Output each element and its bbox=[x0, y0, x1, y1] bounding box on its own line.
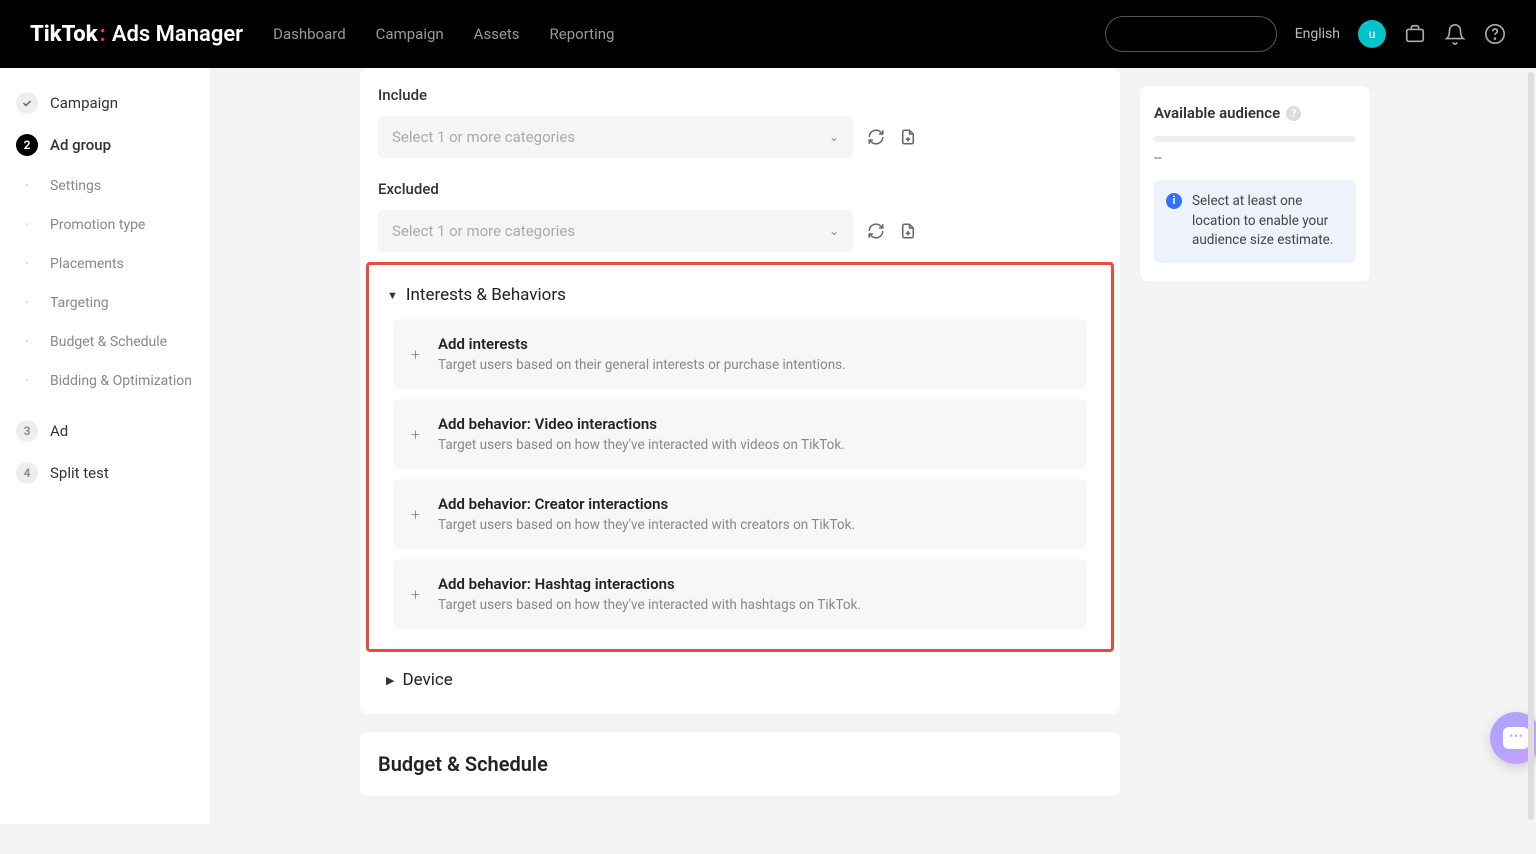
chevron-down-icon: ⌄ bbox=[829, 224, 839, 238]
nav-dashboard[interactable]: Dashboard bbox=[273, 25, 346, 43]
info-message: i Select at least one location to enable… bbox=[1154, 180, 1356, 263]
sidebar-sub-bidding[interactable]: · Bidding & Optimization bbox=[10, 361, 200, 400]
bullet-icon: · bbox=[16, 254, 38, 273]
logo[interactable]: TikTok : Ads Manager bbox=[30, 22, 243, 47]
nav-campaign[interactable]: Campaign bbox=[376, 25, 444, 43]
info-icon: i bbox=[1166, 193, 1182, 209]
audience-value: -- bbox=[1154, 150, 1356, 166]
budget-card: Budget & Schedule bbox=[360, 732, 1120, 796]
sidebar-step-splittest[interactable]: 4 Split test bbox=[10, 452, 200, 494]
info-text: Select at least one location to enable y… bbox=[1192, 192, 1344, 251]
logo-dot: : bbox=[100, 22, 106, 47]
refresh-icon[interactable] bbox=[867, 128, 885, 146]
bullet-icon: · bbox=[16, 176, 38, 195]
sidebar-step-campaign[interactable]: Campaign bbox=[10, 82, 200, 124]
help-icon[interactable] bbox=[1484, 23, 1506, 45]
include-select[interactable]: Select 1 or more categories ⌄ bbox=[378, 116, 853, 158]
bullet-icon: · bbox=[16, 293, 38, 312]
sidebar-step-adgroup[interactable]: 2 Ad group bbox=[10, 124, 200, 166]
language-selector[interactable]: English bbox=[1295, 26, 1340, 42]
right-panel: Available audience ? -- i Select at leas… bbox=[1140, 86, 1370, 814]
option-title: Add behavior: Creator interactions bbox=[438, 495, 1069, 513]
plus-icon: + bbox=[411, 585, 420, 604]
sidebar-step-ad[interactable]: 3 Ad bbox=[10, 410, 200, 452]
add-behavior-video-button[interactable]: + Add behavior: Video interactions Targe… bbox=[393, 399, 1087, 469]
option-title: Add interests bbox=[438, 335, 1069, 353]
sidebar-sub-placements[interactable]: · Placements bbox=[10, 244, 200, 283]
interests-behaviors-section: ▼ Interests & Behaviors + Add interests … bbox=[366, 262, 1114, 652]
briefcase-icon[interactable] bbox=[1404, 23, 1426, 45]
main-content: Include Select 1 or more categories ⌄ Ex… bbox=[210, 68, 1536, 854]
plus-icon: + bbox=[411, 505, 420, 524]
sidebar: Campaign 2 Ad group · Settings · Promoti… bbox=[0, 68, 210, 824]
add-interests-button[interactable]: + Add interests Target users based on th… bbox=[393, 319, 1087, 389]
excluded-label: Excluded bbox=[378, 180, 1102, 198]
include-label: Include bbox=[378, 86, 1102, 104]
nav-reporting[interactable]: Reporting bbox=[550, 25, 615, 43]
form-column: Include Select 1 or more categories ⌄ Ex… bbox=[360, 68, 1120, 814]
option-desc: Target users based on how they've intera… bbox=[438, 437, 1069, 453]
help-tooltip-icon[interactable]: ? bbox=[1286, 106, 1301, 121]
caret-down-icon: ▼ bbox=[387, 289, 398, 302]
audience-size-bar bbox=[1154, 136, 1356, 142]
avatar[interactable]: u bbox=[1358, 20, 1386, 48]
select-placeholder: Select 1 or more categories bbox=[392, 128, 575, 146]
audience-card: Available audience ? -- i Select at leas… bbox=[1140, 86, 1370, 281]
sidebar-sub-settings[interactable]: · Settings bbox=[10, 166, 200, 205]
main-nav: Dashboard Campaign Assets Reporting bbox=[273, 25, 614, 43]
plus-icon: + bbox=[411, 345, 420, 364]
logo-text-main: TikTok bbox=[30, 22, 98, 47]
bullet-icon: · bbox=[16, 332, 38, 351]
account-selector[interactable] bbox=[1105, 16, 1277, 52]
option-desc: Target users based on their general inte… bbox=[438, 357, 1069, 373]
option-title: Add behavior: Hashtag interactions bbox=[438, 575, 1069, 593]
chevron-down-icon: ⌄ bbox=[829, 130, 839, 144]
targeting-card: Include Select 1 or more categories ⌄ Ex… bbox=[360, 68, 1120, 714]
option-desc: Target users based on how they've intera… bbox=[438, 517, 1069, 533]
check-icon bbox=[16, 92, 38, 114]
budget-heading: Budget & Schedule bbox=[378, 752, 1102, 776]
bullet-icon: · bbox=[16, 371, 38, 390]
sidebar-sub-promotion[interactable]: · Promotion type bbox=[10, 205, 200, 244]
audience-title: Available audience ? bbox=[1154, 104, 1356, 122]
sidebar-sub-budget[interactable]: · Budget & Schedule bbox=[10, 322, 200, 361]
add-behavior-creator-button[interactable]: + Add behavior: Creator interactions Tar… bbox=[393, 479, 1087, 549]
excluded-row: Select 1 or more categories ⌄ bbox=[378, 210, 1102, 252]
option-desc: Target users based on how they've intera… bbox=[438, 597, 1069, 613]
include-row: Select 1 or more categories ⌄ bbox=[378, 116, 1102, 158]
bell-icon[interactable] bbox=[1444, 23, 1466, 45]
interests-header[interactable]: ▼ Interests & Behaviors bbox=[379, 281, 1101, 309]
sidebar-step-label: Split test bbox=[50, 464, 109, 482]
refresh-icon[interactable] bbox=[867, 222, 885, 240]
chat-bubble-icon bbox=[1503, 727, 1529, 749]
step-number-badge: 2 bbox=[16, 134, 38, 156]
sidebar-step-label: Ad bbox=[50, 422, 68, 440]
caret-right-icon: ▶ bbox=[386, 674, 394, 687]
sidebar-sub-targeting[interactable]: · Targeting bbox=[10, 283, 200, 322]
select-placeholder: Select 1 or more categories bbox=[392, 222, 575, 240]
header-right: English u bbox=[1105, 16, 1506, 52]
scrollbar[interactable] bbox=[1528, 72, 1534, 820]
device-header[interactable]: ▶ Device bbox=[378, 666, 1102, 694]
step-number-badge: 3 bbox=[16, 420, 38, 442]
excluded-select[interactable]: Select 1 or more categories ⌄ bbox=[378, 210, 853, 252]
plus-icon: + bbox=[411, 425, 420, 444]
sidebar-step-label: Campaign bbox=[50, 94, 118, 112]
top-header: TikTok : Ads Manager Dashboard Campaign … bbox=[0, 0, 1536, 68]
option-title: Add behavior: Video interactions bbox=[438, 415, 1069, 433]
logo-text-sub: Ads Manager bbox=[112, 22, 243, 47]
nav-assets[interactable]: Assets bbox=[474, 25, 520, 43]
add-behavior-hashtag-button[interactable]: + Add behavior: Hashtag interactions Tar… bbox=[393, 559, 1087, 629]
bullet-icon: · bbox=[16, 215, 38, 234]
sidebar-step-label: Ad group bbox=[50, 136, 111, 154]
file-plus-icon[interactable] bbox=[899, 222, 917, 240]
step-number-badge: 4 bbox=[16, 462, 38, 484]
file-plus-icon[interactable] bbox=[899, 128, 917, 146]
